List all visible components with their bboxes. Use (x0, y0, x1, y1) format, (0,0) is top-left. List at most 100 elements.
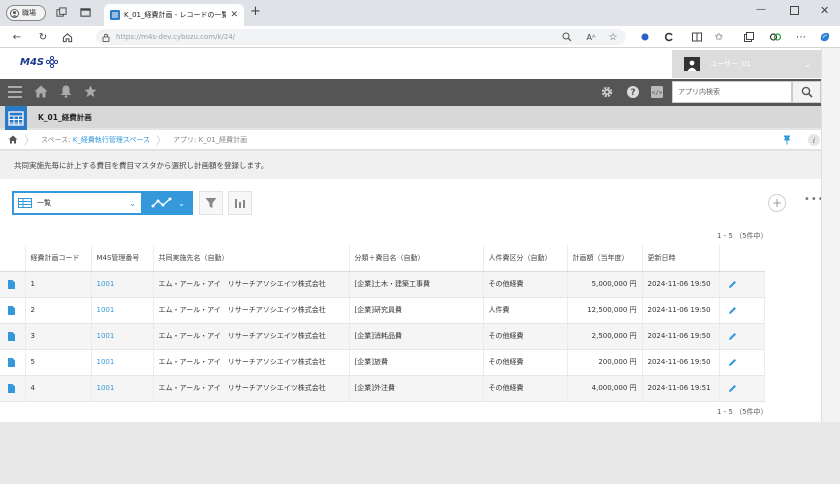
home-icon[interactable] (60, 30, 74, 44)
app-title-bar (0, 106, 821, 128)
code-icon[interactable]: </> (651, 86, 663, 98)
extension-icon[interactable] (638, 30, 652, 44)
split-screen-icon[interactable] (690, 30, 704, 44)
collections-icon[interactable] (742, 30, 756, 44)
user-menu[interactable]: ユーザー_U1 ⌄ (672, 50, 821, 78)
chevron-down-icon: ⌄ (129, 198, 136, 208)
column-header[interactable]: 共同実施先名（自動） (153, 245, 350, 272)
reload-icon[interactable]: ↻ (36, 30, 50, 44)
menu-icon[interactable] (8, 86, 22, 98)
view-selector[interactable]: 一覧 ⌄ (12, 191, 143, 215)
settings-more-icon[interactable]: ⋯ (794, 30, 808, 44)
app-icon (5, 106, 27, 130)
cell-m4s-number[interactable]: 1001 (91, 323, 154, 350)
cell-partner: エム・アール・アイ リサーチアソシエイツ株式会社 (153, 323, 350, 350)
m4s-logo[interactable]: M4S (20, 56, 59, 68)
favorites-icon[interactable]: ✩ (712, 30, 726, 44)
cell-code: 4 (25, 375, 92, 402)
settings-gear-icon[interactable] (601, 86, 613, 98)
add-record-button[interactable]: + (768, 194, 786, 212)
record-detail-link[interactable] (0, 375, 26, 402)
close-window-icon[interactable]: ✕ (820, 4, 829, 17)
url-bar[interactable]: https://m4s-dev.cybozu.com/k/24/ (96, 29, 626, 45)
column-header[interactable]: 計画額（当年度） (567, 245, 643, 272)
notification-bell-icon[interactable] (60, 85, 72, 98)
list-view-icon (18, 198, 32, 208)
cell-labor-type: その他経費 (483, 375, 568, 402)
search-button[interactable] (792, 81, 821, 103)
browser-tab[interactable]: K_01_経費計画 - レコードの一覧 ✕ (104, 4, 244, 26)
edit-record-button[interactable] (719, 323, 765, 350)
filter-button[interactable] (199, 191, 223, 215)
graph-button[interactable]: ⌄ (143, 191, 193, 215)
pencil-icon (728, 280, 736, 288)
app-description: 共同実施先毎に計上する費目を費目マスタから選択し計画額を登録します。 (0, 151, 821, 179)
cell-m4s-number[interactable]: 1001 (91, 349, 154, 376)
svg-text:</>: </> (652, 90, 663, 97)
profile-button[interactable]: 職場 (6, 5, 46, 21)
record-detail-link[interactable] (0, 271, 26, 298)
breadcrumb-space: スペース: K_経費執行管理スペース (41, 135, 150, 145)
profile-label: 職場 (22, 9, 36, 17)
column-header[interactable]: M4S管理番号 (91, 245, 154, 272)
user-name: ユーザー_U1 (710, 60, 751, 68)
edit-record-button[interactable] (719, 271, 765, 298)
column-header[interactable]: 経費計画コード (25, 245, 92, 272)
site-header: M4S ユーザー_U1 ⌄ (0, 48, 821, 79)
column-header (719, 245, 764, 272)
cell-updated: 2024-11-06 19:50 (642, 323, 720, 350)
copilot-icon[interactable] (818, 30, 832, 44)
copilot-extension-icon[interactable] (768, 30, 782, 44)
cell-amount: 2,500,000 円 (567, 323, 643, 350)
record-detail-link[interactable] (0, 323, 26, 350)
column-header[interactable]: 更新日時 (642, 245, 720, 272)
cell-m4s-number[interactable]: 1001 (91, 271, 154, 298)
app-search-input[interactable]: アプリ内検索 (672, 81, 792, 103)
edit-record-button[interactable] (719, 297, 765, 324)
document-icon (8, 305, 15, 315)
pencil-icon (728, 332, 736, 340)
cell-category: [企業]土木・建築工事費 (349, 271, 484, 298)
breadcrumb-space-link[interactable]: K_経費執行管理スペース (73, 136, 150, 144)
pencil-icon (728, 384, 736, 392)
back-icon[interactable]: ← (10, 30, 24, 44)
column-header[interactable]: 分類＋費目名（自動） (349, 245, 484, 272)
pencil-icon (728, 306, 736, 314)
extension-c-icon[interactable] (662, 30, 676, 44)
home-nav-icon[interactable] (34, 85, 48, 98)
browser-tab-bar: 職場 K_01_経費計画 - レコードの一覧 ✕ + — ✕ (0, 0, 840, 26)
chart-button[interactable] (228, 191, 252, 215)
breadcrumb-separator: 〉 (24, 133, 35, 147)
pin-icon[interactable] (783, 135, 791, 145)
workspaces-icon[interactable] (56, 7, 67, 18)
read-aloud-icon[interactable]: Aᴬ (584, 30, 598, 44)
table-app-icon (8, 110, 24, 126)
svg-text:i: i (813, 137, 815, 145)
tab-close-icon[interactable]: ✕ (230, 10, 238, 20)
document-icon (8, 331, 15, 341)
favorites-star-icon[interactable] (84, 85, 97, 98)
cell-m4s-number[interactable]: 1001 (91, 375, 154, 402)
edit-record-button[interactable] (719, 375, 765, 402)
logo-text: M4S (20, 56, 45, 68)
maximize-icon[interactable] (790, 6, 799, 15)
breadcrumb-home-icon[interactable] (8, 135, 18, 144)
column-header[interactable]: 人件費区分（自動） (483, 245, 568, 272)
zoom-icon[interactable] (560, 30, 574, 44)
record-detail-link[interactable] (0, 297, 26, 324)
table-row: 2 1001 エム・アール・アイ リサーチアソシエイツ株式会社 [企業]研究員費… (0, 297, 765, 324)
cell-category: [企業]旅費 (349, 349, 484, 376)
new-tab-icon[interactable]: + (250, 4, 261, 19)
document-icon (8, 383, 15, 393)
cell-code: 2 (25, 297, 92, 324)
table-row: 5 1001 エム・アール・アイ リサーチアソシエイツ株式会社 [企業]旅費 そ… (0, 349, 765, 376)
tab-actions-icon[interactable] (80, 7, 91, 18)
info-icon[interactable]: i (808, 134, 820, 146)
page-scrollbar[interactable] (821, 48, 840, 422)
favorite-star-icon[interactable]: ☆ (606, 30, 620, 44)
cell-m4s-number[interactable]: 1001 (91, 297, 154, 324)
help-icon[interactable]: ? (627, 86, 639, 98)
edit-record-button[interactable] (719, 349, 765, 376)
minimize-icon[interactable]: — (756, 4, 766, 15)
record-detail-link[interactable] (0, 349, 26, 376)
